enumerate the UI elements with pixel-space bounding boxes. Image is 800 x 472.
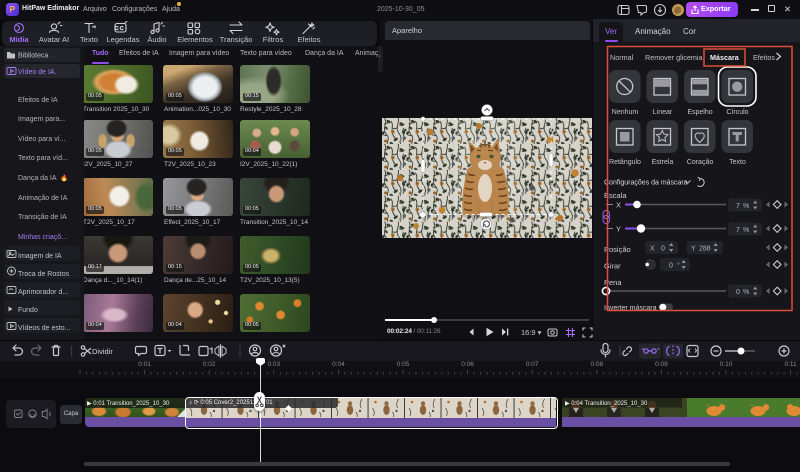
svg-text:Elementos: Elementos [177, 35, 213, 44]
svg-text:Efeitos: Efeitos [753, 53, 775, 62]
svg-text:Animação de IA: Animação de IA [18, 195, 68, 202]
svg-text:Minhas criaçõ...: Minhas criaçõ... [18, 234, 67, 241]
svg-text:Texto para víd...: Texto para víd... [18, 155, 68, 162]
svg-text:Texto: Texto [80, 35, 98, 44]
svg-text:Efeitos: Efeitos [298, 35, 321, 44]
svg-text:Efeitos de IA: Efeitos de IA [18, 97, 58, 104]
svg-text:Remover glicemia: Remover glicemia [645, 53, 703, 62]
svg-text:0:04: 0:04 [332, 361, 345, 368]
svg-text:0:10: 0:10 [720, 361, 733, 368]
svg-text:0:11: 0:11 [785, 361, 798, 368]
svg-text:16:9 ▾: 16:9 ▾ [521, 328, 542, 337]
svg-text:Dança da IA: Dança da IA [18, 175, 57, 182]
svg-text:Mídia: Mídia [9, 35, 29, 44]
svg-text:Y: Y [616, 225, 621, 234]
svg-text:0: 0 [736, 289, 740, 296]
svg-text:0: 0 [661, 246, 665, 253]
svg-text:Aprimorador d...: Aprimorador d... [18, 289, 68, 296]
svg-text:7: 7 [736, 227, 740, 234]
svg-text:X: X [616, 201, 621, 210]
svg-text:7: 7 [736, 203, 740, 210]
svg-text:Normal: Normal [610, 53, 634, 62]
svg-text:Vídeos de esto...: Vídeos de esto... [18, 325, 71, 332]
svg-text:X: X [650, 246, 655, 253]
svg-text:0:05: 0:05 [397, 361, 410, 368]
svg-text:0:07: 0:07 [526, 361, 539, 368]
svg-text:Legendas: Legendas [107, 35, 140, 44]
svg-text:0:01: 0:01 [138, 361, 151, 368]
svg-text:Áudio: Áudio [147, 35, 166, 44]
svg-text:%: % [743, 227, 749, 234]
svg-text:Estrela: Estrela [652, 159, 674, 166]
svg-text:Filtros: Filtros [263, 35, 284, 44]
svg-text:Círculo: Círculo [726, 109, 748, 116]
svg-text:0:06: 0:06 [461, 361, 474, 368]
svg-text:Vídeo de IA.: Vídeo de IA. [18, 69, 57, 76]
svg-text:0:08: 0:08 [590, 361, 603, 368]
svg-text:0:09: 0:09 [655, 361, 668, 368]
svg-text:Linear: Linear [653, 109, 673, 116]
svg-text:🔥: 🔥 [60, 174, 68, 182]
svg-text:Fundo: Fundo [18, 307, 38, 314]
svg-text:Retângulo: Retângulo [609, 159, 641, 166]
svg-text:%: % [743, 203, 749, 210]
svg-text:Transição: Transição [220, 35, 253, 44]
svg-text:Nenhum: Nenhum [612, 109, 639, 116]
svg-text:288: 288 [699, 246, 711, 253]
svg-text:Troca de Rostos: Troca de Rostos [18, 271, 70, 278]
svg-text:Imagem para...: Imagem para... [18, 116, 65, 123]
svg-text:Vídeo para ví...: Vídeo para ví... [18, 136, 66, 143]
svg-text:0: 0 [669, 263, 673, 270]
svg-text:Imagem de IA: Imagem de IA [18, 253, 62, 260]
svg-text:0:02: 0:02 [203, 361, 216, 368]
svg-text:Girar: Girar [604, 262, 621, 271]
svg-text:Espelho: Espelho [687, 109, 712, 116]
svg-text:Configurações da máscara: Configurações da máscara [604, 180, 688, 187]
svg-text:0:03: 0:03 [267, 361, 280, 368]
svg-text:Dividir: Dividir [92, 347, 113, 356]
svg-text:Biblioteca: Biblioteca [18, 53, 48, 60]
svg-text:%: % [743, 289, 749, 296]
svg-text:Transição de IA: Transição de IA [18, 214, 67, 221]
svg-text:°: ° [677, 262, 680, 270]
svg-text:Y: Y [691, 246, 696, 253]
svg-text:Avatar AI: Avatar AI [39, 35, 69, 44]
svg-text:Máscara: Máscara [710, 53, 740, 62]
svg-text:Texto: Texto [729, 159, 746, 166]
svg-text:Coração: Coração [687, 159, 714, 166]
